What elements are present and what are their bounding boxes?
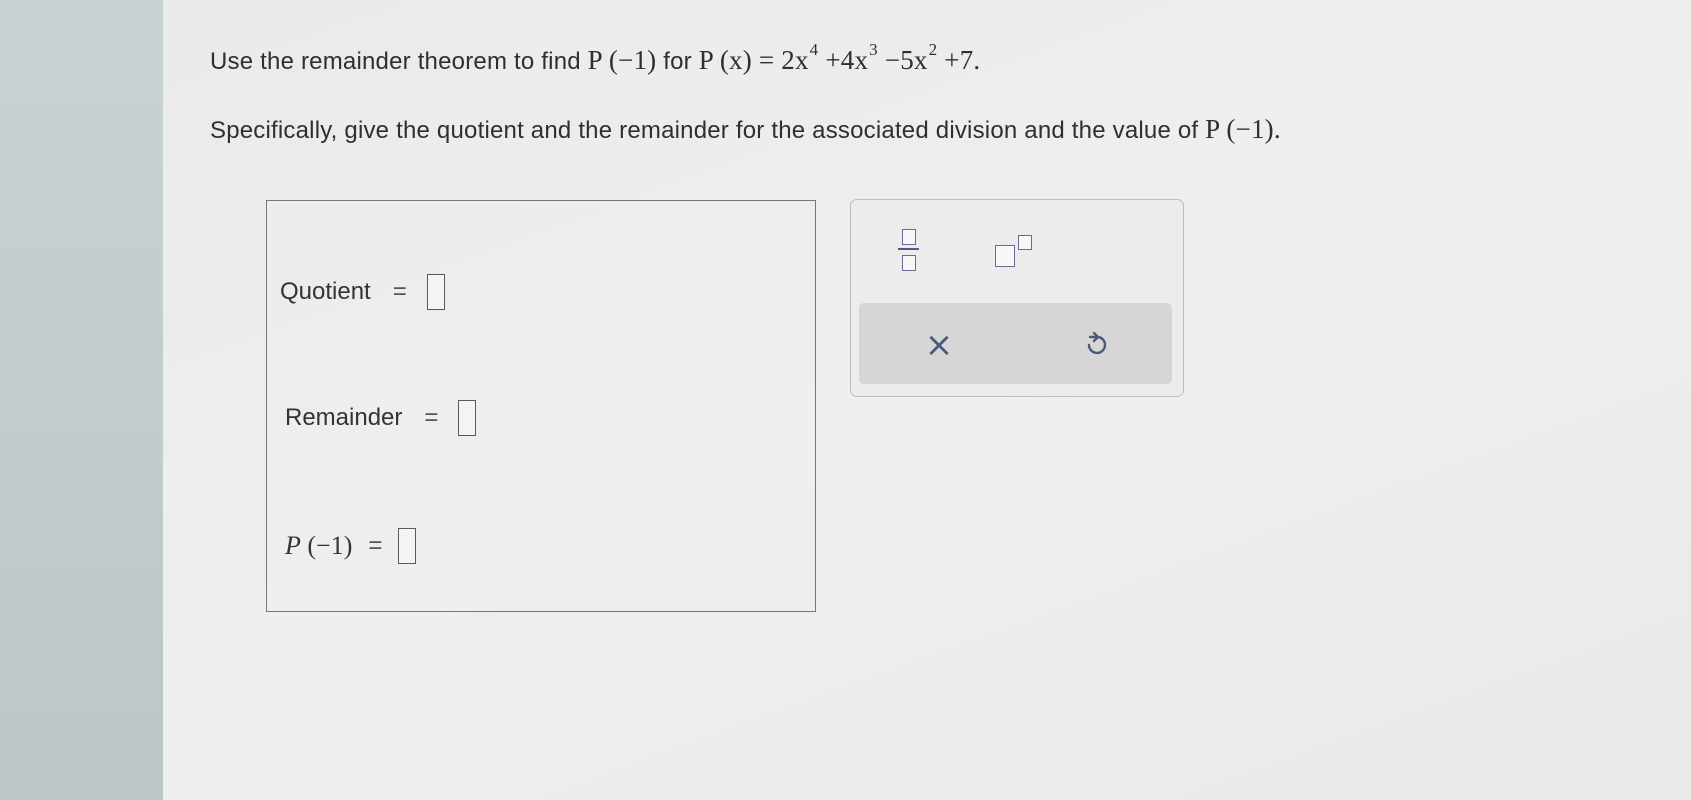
close-icon: × xyxy=(924,325,954,365)
fraction-button[interactable] xyxy=(897,226,921,278)
exponent-power-icon xyxy=(1018,235,1032,250)
p-value-input[interactable] xyxy=(398,528,417,564)
polynomial-expression: P (x) = 2x4 +4x3 −5x2 +7. xyxy=(698,40,981,75)
polynomial-constant: +7. xyxy=(937,45,981,75)
equals-sign: = xyxy=(424,404,439,431)
equals-sign: = xyxy=(368,532,383,559)
quotient-input[interactable] xyxy=(426,274,445,310)
clear-button[interactable]: × xyxy=(918,324,960,366)
remainder-input[interactable] xyxy=(458,400,477,436)
remainder-label: Remainder xyxy=(285,404,403,431)
quotient-row: Quotient = xyxy=(280,274,445,310)
p-of-neg1-label: P (−1) xyxy=(285,531,352,561)
fraction-numerator-icon xyxy=(902,229,916,245)
question-specifically-text: Specifically, give the quotient and the … xyxy=(210,117,1206,144)
undo-button[interactable] xyxy=(1075,325,1117,367)
question-for-text: for xyxy=(656,48,699,75)
undo-icon xyxy=(1087,331,1107,355)
remainder-row: Remainder = xyxy=(285,400,477,436)
polynomial-term-5x: −5x xyxy=(877,45,928,75)
polynomial-exponent-3: 3 xyxy=(869,40,878,59)
polynomial-lhs: P (x) = 2x xyxy=(698,45,809,75)
equals-sign: = xyxy=(392,278,407,305)
polynomial-term-4x: +4x xyxy=(818,45,869,75)
p-of-neg1-expression: P (−1) xyxy=(587,45,657,75)
left-margin-strip xyxy=(0,0,163,800)
p-value-row: P (−1) = xyxy=(285,528,417,564)
p-of-neg1-expression-2: P (−1). xyxy=(1205,114,1281,144)
p-function-name: P xyxy=(285,531,301,560)
p-function-arg: (−1) xyxy=(300,531,353,560)
quotient-label: Quotient xyxy=(280,278,371,305)
fraction-bar-icon xyxy=(898,248,919,250)
question-line-2: Specifically, give the quotient and the … xyxy=(210,114,1281,145)
exponent-button[interactable] xyxy=(993,233,1043,273)
toolbar-action-strip xyxy=(859,303,1172,384)
exponent-base-icon xyxy=(995,245,1015,267)
question-line-1: Use the remainder theorem to find P (−1)… xyxy=(210,40,980,76)
question-intro-text: Use the remainder theorem to find xyxy=(210,48,588,75)
fraction-denominator-icon xyxy=(902,255,916,271)
